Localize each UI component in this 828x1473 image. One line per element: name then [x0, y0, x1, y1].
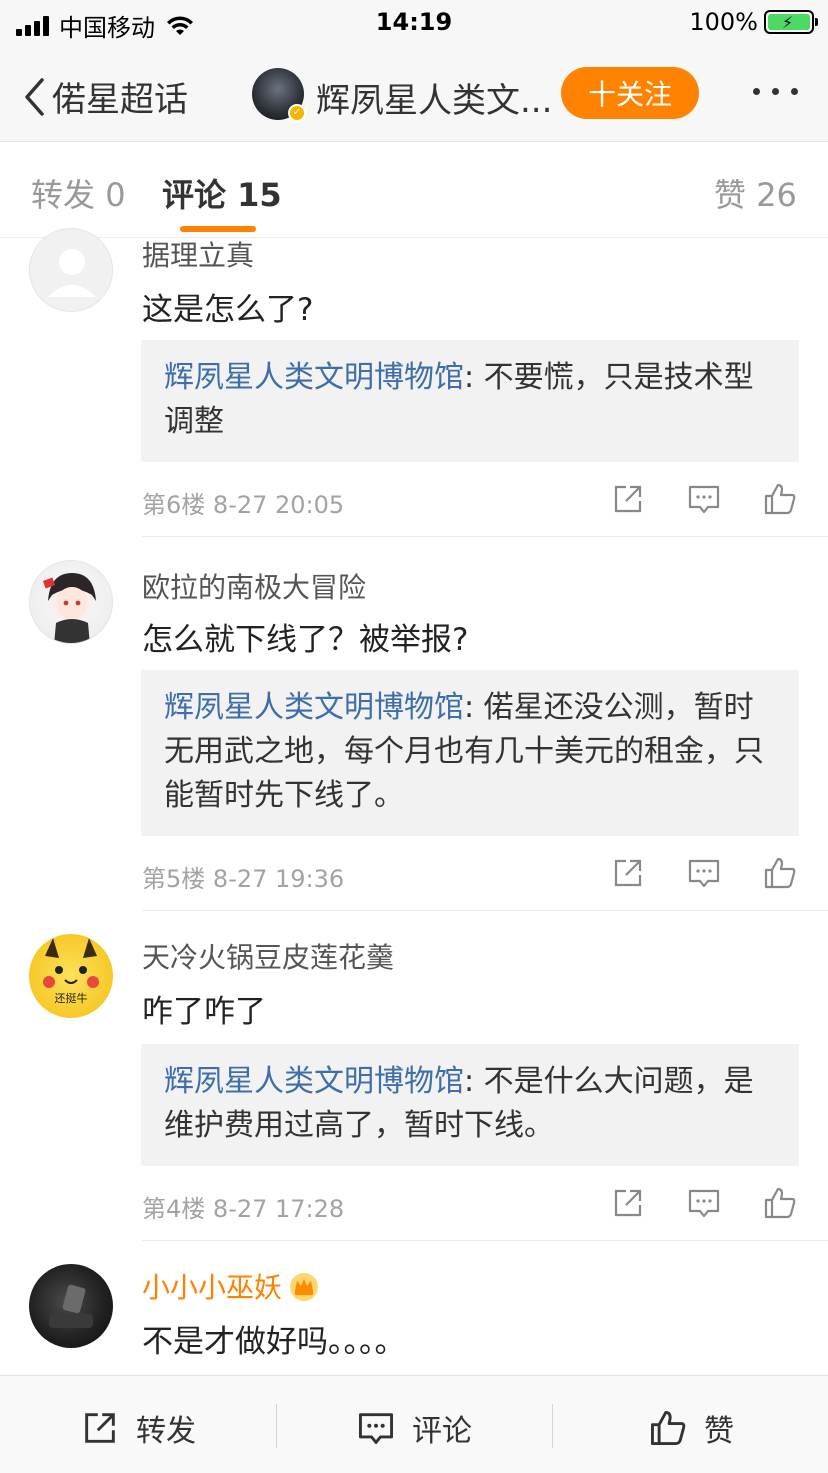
status-right: 100% ⚡: [689, 8, 818, 36]
comment-time: 8-27 17:28: [212, 1195, 345, 1223]
comment-button[interactable]: 评论: [356, 1406, 472, 1450]
comment-meta: 第4楼 8-27 17:28: [142, 1189, 344, 1224]
comment-username[interactable]: 小小小巫妖: [142, 1266, 320, 1306]
follow-button[interactable]: 十关注: [561, 67, 699, 119]
comment-icon[interactable]: [686, 855, 722, 891]
battery-percent: 100%: [689, 8, 758, 36]
tab-bar: 转发 0 评论 15 赞 26: [0, 142, 828, 238]
comment-username[interactable]: 据理立真: [142, 234, 254, 274]
comment-text: 咋了咋了: [142, 994, 266, 1030]
bottom-action-bar: 转发 评论 赞: [0, 1375, 828, 1473]
comment-time: 8-27 19:36: [212, 865, 345, 893]
tab-active-indicator: [180, 226, 256, 232]
tab-repost[interactable]: 转发 0: [31, 170, 126, 216]
avatar-caption: 还挺牛: [55, 991, 88, 1005]
back-button[interactable]: 偌星超话: [22, 72, 188, 121]
battery-icon: ⚡: [764, 10, 818, 34]
tab-repost-label: 转发: [31, 176, 96, 214]
comment-actions: [610, 481, 798, 517]
like-button[interactable]: 赞: [648, 1406, 734, 1450]
chevron-left-icon: [25, 77, 44, 116]
vip-username: 小小小巫妖: [142, 1271, 283, 1304]
back-label: 偌星超话: [52, 80, 188, 120]
reply-box[interactable]: 辉夙星人类文明博物馆: 不是什么大问题，是维护费用过高了，暂时下线。: [141, 1044, 799, 1166]
tab-comments-label: 评论: [162, 176, 227, 214]
comment-username[interactable]: 欧拉的南极大冒险: [142, 566, 366, 606]
share-icon[interactable]: [610, 855, 646, 891]
tab-repost-count: 0: [105, 176, 126, 214]
separator: [552, 1404, 553, 1448]
divider: [142, 1240, 828, 1241]
comment-username[interactable]: 天冷火锅豆皮莲花羹: [142, 936, 394, 976]
default-user-icon: [48, 249, 96, 297]
comment-label: 评论: [412, 1414, 472, 1449]
share-icon[interactable]: [610, 1185, 646, 1221]
tab-likes-count: 26: [756, 176, 797, 214]
floor-number: 第4楼: [142, 1195, 206, 1223]
comment-actions: [610, 1185, 798, 1221]
like-label: 赞: [704, 1414, 734, 1449]
floor-number: 第6楼: [142, 491, 206, 519]
tab-likes[interactable]: 赞 26: [714, 170, 797, 216]
reply-author[interactable]: 辉夙星人类文明博物馆: [164, 690, 464, 725]
comment-icon[interactable]: [686, 481, 722, 517]
reply-box[interactable]: 辉夙星人类文明博物馆: 不要慌，只是技术型调整: [141, 340, 799, 462]
verified-badge-icon: ✓: [288, 104, 306, 122]
comment-meta: 第6楼 8-27 20:05: [142, 485, 344, 520]
pikachu-avatar-icon: 还挺牛: [43, 938, 99, 1005]
tab-comments-count: 15: [237, 176, 282, 214]
tab-likes-label: 赞: [714, 176, 747, 214]
share-icon: [85, 1413, 115, 1443]
like-icon[interactable]: [762, 1185, 798, 1221]
comment-time: 8-27 20:05: [212, 491, 345, 519]
divider: [142, 536, 828, 537]
status-bar: 中国移动 14:19 100% ⚡: [0, 0, 828, 44]
author-avatar[interactable]: ✓: [252, 68, 306, 122]
comment-text: 怎么就下线了？被举报?: [142, 622, 469, 658]
avatar[interactable]: [29, 228, 113, 312]
reply-author[interactable]: 辉夙星人类文明博物馆: [164, 1064, 464, 1099]
like-icon[interactable]: [762, 481, 798, 517]
photo-avatar-icon: [49, 1284, 93, 1328]
repost-button[interactable]: 转发: [80, 1406, 196, 1450]
divider: [142, 910, 828, 911]
separator: [276, 1404, 277, 1448]
comment-icon[interactable]: [686, 1185, 722, 1221]
repost-label: 转发: [136, 1414, 196, 1449]
reply-box[interactable]: 辉夙星人类文明博物馆: 偌星还没公测，暂时无用武之地，每个月也有几十美元的租金，…: [141, 670, 799, 836]
like-icon: [651, 1411, 686, 1445]
like-icon[interactable]: [762, 855, 798, 891]
avatar[interactable]: 还挺牛: [29, 934, 113, 1018]
comment-icon: [359, 1413, 393, 1444]
comment-actions: [610, 855, 798, 891]
vip-crown-icon: [290, 1273, 319, 1301]
comment-text: 这是怎么了?: [142, 292, 314, 328]
nav-title[interactable]: 辉夙星人类文...: [316, 73, 552, 122]
comment-meta: 第5楼 8-27 19:36: [142, 859, 344, 894]
comment-text: 不是才做好吗。。。。: [142, 1324, 406, 1360]
share-icon[interactable]: [610, 481, 646, 517]
nav-bar: 偌星超话 ✓ 辉夙星人类文... 十关注: [0, 44, 828, 142]
more-options-icon[interactable]: [753, 88, 798, 95]
tab-comments[interactable]: 评论 15: [162, 170, 282, 216]
floor-number: 第5楼: [142, 865, 206, 893]
avatar[interactable]: [29, 560, 113, 644]
anime-avatar-icon: [42, 573, 96, 643]
avatar[interactable]: [29, 1264, 113, 1348]
reply-author[interactable]: 辉夙星人类文明博物馆: [164, 360, 464, 395]
